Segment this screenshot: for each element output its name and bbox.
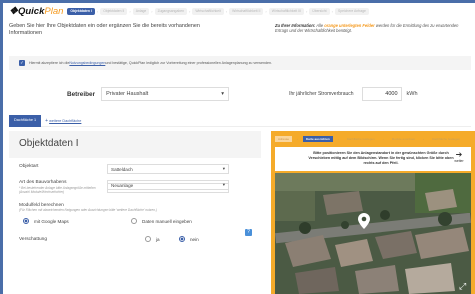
radio-shading-no-label: nein (190, 236, 199, 242)
terms-link[interactable]: Nutzungsbedingungen (69, 61, 105, 65)
radio-google-maps-label: mit Google Maps (34, 218, 69, 224)
object-data-form: Objektdaten I Objektart Satteldach ▾ Art… (9, 131, 261, 243)
terms-checkbox[interactable]: ✓ (19, 60, 25, 66)
info-note-text: Alle (315, 23, 325, 28)
chevron-down-icon: ▾ (222, 166, 225, 171)
radio-shading-yes[interactable]: ja (145, 236, 179, 243)
step-5[interactable]: Wirtschaftlichkeit (192, 7, 224, 15)
chevron-right-icon: › (151, 8, 153, 14)
radio-shading-no[interactable]: nein (179, 236, 199, 243)
chevron-right-icon: › (189, 8, 191, 14)
map-step-5[interactable]: Dachfläche festlegen (429, 136, 463, 142)
step-1[interactable]: Objektdaten I (67, 7, 95, 15)
map-step-3[interactable]: Dachfläche festlegen (344, 136, 378, 142)
location-pin-icon[interactable] (358, 213, 370, 229)
map-step-progress: Adresse › Karte ausrichten › Dachfläche fest… (275, 135, 471, 143)
construction-type-value: Neuanlage (111, 182, 134, 188)
object-type-label: Objektart (19, 164, 39, 169)
step-8[interactable]: Übersicht (309, 7, 330, 15)
radio-google-maps[interactable]: mit Google Maps (23, 218, 131, 225)
info-note-title: Zu Ihrer Information: (275, 23, 316, 28)
module-method-radios: mit Google Maps Daten manuell eingeben (9, 218, 261, 225)
info-note-highlight: orange unterlegten Felder (324, 23, 375, 28)
chevron-right-icon: › (129, 8, 131, 14)
power-consumption-label: Ihr jährlicher Stromverbrauch (289, 91, 354, 97)
logo-text-accent: Plan (44, 5, 64, 17)
step-9[interactable]: Speichere Anfrage (334, 7, 369, 15)
consent-text: Hiermit akzeptiere ich die (29, 61, 70, 65)
operator-select[interactable]: Privater Haushalt ▾ (101, 87, 230, 101)
map-panel: Adresse › Karte ausrichten › Dachfläche fest… (271, 131, 475, 294)
power-consumption-input[interactable]: 4000 (361, 87, 402, 101)
consent-text-end: und bestätige, QuickPlan lediglich zur V… (105, 61, 272, 65)
step-4[interactable]: Zugangsangaben (154, 7, 187, 15)
object-type-row: Objektart Satteldach ▾ (9, 164, 261, 174)
construction-type-label-group: Art des Bauvorhabens * Bei bestehender A… (19, 180, 107, 194)
object-type-select[interactable]: Satteldach ▾ (107, 164, 229, 174)
chevron-right-icon: › (305, 8, 308, 14)
construction-type-hint: * Bei bestehender Anlage bitte Anlagengr… (19, 186, 96, 195)
map-step-4[interactable]: Module anordnen (389, 136, 418, 142)
operator-row: Betreiber Privater Haushalt ▾ Ihr jährli… (9, 83, 471, 105)
chevron-right-icon: › (382, 137, 384, 141)
step-3[interactable]: Anlage (132, 7, 150, 15)
step-6[interactable]: Wirtschaftlichkeit II (229, 7, 264, 15)
chevron-right-icon: › (337, 137, 339, 141)
chevron-down-icon: ▾ (222, 182, 225, 187)
radio-dot-selected (23, 218, 29, 225)
radio-dot-selected (179, 236, 185, 243)
shading-row: Verschattung ja nein ? (9, 229, 261, 243)
add-roof-label: weitere Dachfläche (49, 118, 82, 123)
help-icon[interactable]: ? (245, 229, 252, 237)
chevron-right-icon: › (265, 8, 267, 14)
shading-label: Verschattung (19, 236, 48, 242)
arrow-right-icon: ➔ (455, 150, 463, 159)
power-unit: kWh (406, 91, 418, 97)
radio-manual[interactable]: Daten manuell eingeben (131, 218, 192, 225)
satellite-imagery (275, 173, 471, 294)
terms-consent: ✓ Hiermit akzeptiere ich die Nutzungsbed… (9, 56, 471, 70)
fullscreen-icon[interactable]: ⤢ (459, 281, 469, 291)
radio-shading-yes-label: ja (156, 236, 160, 242)
chevron-down-icon: ▾ (221, 91, 225, 97)
plus-icon: + (45, 117, 49, 124)
step-2[interactable]: Objektdaten II (100, 7, 128, 15)
object-type-value: Satteldach (111, 166, 133, 172)
module-field-hint: (Für Flächen mit abweichenden Neigungen … (19, 208, 157, 213)
operator-value: Privater Haushalt (106, 91, 149, 97)
radio-dot (145, 236, 151, 243)
add-roof-button[interactable]: +weitere Dachfläche (45, 118, 81, 124)
satellite-map[interactable]: ⤢ (275, 173, 471, 294)
construction-type-label: Art des Bauvorhabens (19, 180, 67, 185)
map-step-2[interactable]: Karte ausrichten (303, 136, 333, 142)
radio-manual-label: Daten manuell eingeben (142, 218, 192, 224)
next-button[interactable]: ➔ weiter (451, 151, 467, 164)
intro-text: Geben Sie hier Ihre Objektdaten ein oder… (9, 23, 200, 36)
info-note: Zu Ihrer Information: Alle orange unterl… (275, 23, 471, 34)
form-title: Objektdaten I (9, 131, 261, 158)
chevron-right-icon: › (225, 8, 228, 14)
operator-label: Betreiber (67, 90, 96, 98)
roof-tabs: Dachfläche 1 +weitere Dachfläche (9, 114, 471, 127)
chevron-right-icon: › (96, 8, 99, 14)
construction-type-select[interactable]: Neuanlage ▾ (107, 180, 229, 190)
chevron-right-icon: › (331, 8, 333, 14)
page: ❖ Quick Plan Objektdaten I › Objektdaten I… (3, 3, 475, 294)
map-instructions: Bitte positionieren Sie den Anlagenstand… (275, 147, 471, 171)
step-7[interactable]: Wirtschaftlichkeit III (268, 7, 304, 15)
next-label: weiter (454, 159, 464, 163)
top-bar: ❖ Quick Plan Objektdaten I › Objektdaten I… (3, 3, 475, 19)
quickplan-logo[interactable]: ❖ Quick Plan (9, 6, 63, 17)
logo-text: Quick (17, 5, 45, 17)
tab-roof-1[interactable]: Dachfläche 1 (9, 114, 42, 127)
map-instructions-text: Bitte positionieren Sie den Anlagenstand… (308, 151, 454, 165)
chevron-right-icon: › (423, 137, 425, 141)
radio-dot (131, 218, 137, 225)
map-step-1[interactable]: Adresse (275, 136, 293, 142)
chevron-right-icon: › (297, 137, 299, 141)
logo-mark-icon: ❖ (9, 5, 18, 17)
step-progress: Objektdaten I › Objektdaten II › Anlage › Zuga… (67, 7, 370, 15)
